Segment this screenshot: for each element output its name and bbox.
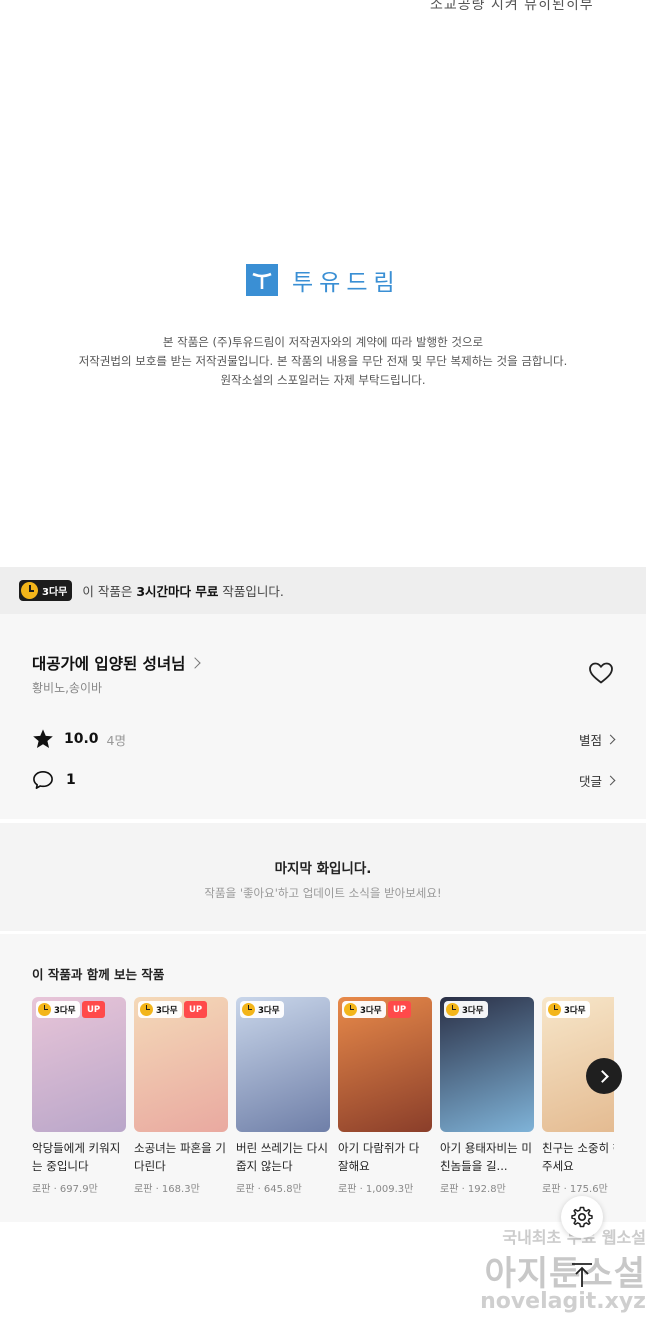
related-work-card[interactable]: 3다무친구는 소중히 해 주세요로판 · 175.6만 xyxy=(542,997,614,1195)
up-badge: UP xyxy=(184,1001,208,1018)
related-work-meta: 로판 · 192.8만 xyxy=(440,1184,506,1195)
clock-icon xyxy=(21,582,38,599)
wait-free-badge: 3다무 xyxy=(19,580,73,601)
related-work-card[interactable]: 3다무 UP 아기 다람쥐가 다 잘해요로판 · 1,009.3만 xyxy=(338,997,432,1195)
watermark-url: novelagit.xyz xyxy=(480,1289,646,1314)
comment-bubble-icon xyxy=(33,771,53,789)
related-work-title: 아기 다람쥐가 다 잘해요 xyxy=(338,1141,420,1173)
rating-row: 10.0 4명 별점 xyxy=(32,728,616,750)
free-every-3h-bar: 3다무 이 작품은 3시간마다 무료 작품입니다. xyxy=(0,567,646,614)
comment-link[interactable]: 댓글 xyxy=(578,771,616,790)
related-work-cover: 3다무 xyxy=(236,997,330,1132)
related-work-meta: 로판 · 175.6만 xyxy=(542,1184,608,1195)
wait-free-badge: 3다무 xyxy=(36,1001,80,1018)
related-work-title: 소공녀는 파혼을 기다린다 xyxy=(134,1141,226,1173)
watermark-tagline: 국내최초 무료 웹소설 xyxy=(502,1228,646,1247)
related-work-card[interactable]: 3다무 UP 소공녀는 파혼을 기다린다로판 · 168.3만 xyxy=(134,997,228,1195)
work-title: 대공가에 입양된 성녀님 xyxy=(32,655,186,673)
clock-icon xyxy=(446,1003,459,1016)
publisher-logo: 투유드림 xyxy=(246,263,401,297)
comment-row: 1 댓글 xyxy=(32,770,616,790)
free-info-text: 이 작품은 3시간마다 무료 작품입니다. xyxy=(82,581,283,600)
free-text-prefix: 이 작품은 xyxy=(82,584,137,599)
related-work-meta: 로판 · 168.3만 xyxy=(134,1184,200,1195)
wait-free-badge: 3다무 xyxy=(342,1001,386,1018)
publisher-logo-text: 투유드림 xyxy=(292,270,401,296)
wait-free-badge: 3다무 xyxy=(444,1001,488,1018)
related-work-cover: 3다무 UP xyxy=(338,997,432,1132)
rating-value: 10.0 xyxy=(64,731,99,747)
clock-icon xyxy=(344,1003,357,1016)
badge-label: 3다무 xyxy=(462,1005,484,1016)
like-heart-icon[interactable] xyxy=(588,661,614,685)
related-work-cover: 3다무 UP xyxy=(134,997,228,1132)
related-work-title: 버린 쓰레기는 다시 줍지 않는다 xyxy=(236,1141,328,1173)
comment-link-label: 댓글 xyxy=(578,773,602,789)
previous-page-text-fragment: 소교공량 시켜 뮤히된히부 xyxy=(430,0,594,13)
viewer-page: 소교공량 시켜 뮤히된히부 투유드림 본 작품은 (주)투유드림이 저작권자와의… xyxy=(0,0,646,1338)
work-authors: 황비노,송이바 xyxy=(32,681,103,695)
notice-line: 저작권법의 보호를 받는 저작권물입니다. 본 작품의 내용을 무단 전재 및 … xyxy=(78,354,568,368)
rating-count: 4명 xyxy=(106,732,126,748)
publisher-logo-icon xyxy=(246,264,278,296)
scroll-to-top-icon[interactable] xyxy=(568,1262,596,1288)
related-work-cover: 3다무 UP xyxy=(32,997,126,1132)
watermark-site-name: 아지툰소설 xyxy=(484,1254,646,1294)
badge-label: 3다무 xyxy=(258,1005,280,1016)
wait-free-badge: 3다무 xyxy=(240,1001,284,1018)
related-work-card[interactable]: 3다무 UP 악당들에게 키워지는 중입니다로판 · 697.9만 xyxy=(32,997,126,1195)
related-work-title: 악당들에게 키워지는 중입니다 xyxy=(32,1141,121,1173)
up-badge: UP xyxy=(388,1001,412,1018)
site-watermark: 국내최초 무료 웹소설 아지툰소설 novelagit.xyz xyxy=(446,1224,646,1314)
wait-free-badge: 3다무 xyxy=(546,1001,590,1018)
clock-icon xyxy=(242,1003,255,1016)
related-work-cover: 3다무 xyxy=(440,997,534,1132)
clock-icon xyxy=(140,1003,153,1016)
related-work-meta: 로판 · 1,009.3만 xyxy=(338,1184,414,1195)
related-works-carousel: 3다무 UP 악당들에게 키워지는 중입니다로판 · 697.9만 3다무 UP 소공녀는… xyxy=(32,997,614,1207)
badge-label: 3다무 xyxy=(42,587,68,598)
star-icon xyxy=(33,729,53,748)
related-work-card[interactable]: 3다무아기 용태자비는 미친놈들을 길... 로판 · 192.8만 xyxy=(440,997,534,1195)
related-work-meta: 로판 · 697.9만 xyxy=(32,1184,98,1195)
up-badge: UP xyxy=(82,1001,106,1018)
chevron-right-icon xyxy=(605,734,616,744)
related-work-title: 아기 용태자비는 미친놈들을 길... xyxy=(440,1141,532,1173)
free-text-bold: 3시간마다 무료 xyxy=(136,584,219,599)
notice-line: 본 작품은 (주)투유드림이 저작권자와의 계약에 따라 발행한 것으로 xyxy=(162,335,484,349)
chevron-right-icon xyxy=(596,1069,609,1083)
badge-label: 3다무 xyxy=(156,1005,178,1016)
related-work-card[interactable]: 3다무버린 쓰레기는 다시 줍지 않는다로판 · 645.8만 xyxy=(236,997,330,1195)
notice-line: 원작소설의 스포일러는 자제 부탁드립니다. xyxy=(220,373,426,387)
comment-count: 1 xyxy=(66,772,76,788)
badge-label: 3다무 xyxy=(54,1005,76,1016)
related-works-title: 이 작품과 함께 보는 작품 xyxy=(32,967,165,982)
wait-free-badge: 3다무 xyxy=(138,1001,182,1018)
gear-icon xyxy=(571,1206,593,1228)
last-episode-section: 마지막 화입니다. 작품을 '좋아요'하고 업데이트 소식을 받아보세요! xyxy=(0,823,646,931)
rating-link[interactable]: 별점 xyxy=(578,730,616,749)
carousel-next-button[interactable] xyxy=(586,1058,622,1094)
clock-icon xyxy=(548,1003,561,1016)
clock-icon xyxy=(38,1003,51,1016)
related-work-meta: 로판 · 645.8만 xyxy=(236,1184,302,1195)
last-episode-title: 마지막 화입니다. xyxy=(274,861,372,877)
related-works-section: 이 작품과 함께 보는 작품 3다무 UP 악당들에게 키워지는 중입니다로판 · … xyxy=(0,934,646,1222)
related-work-title: 친구는 소중히 해 주세요 xyxy=(542,1141,614,1173)
chevron-right-icon xyxy=(605,775,616,785)
work-title-link[interactable]: 대공가에 입양된 성녀님 xyxy=(32,652,202,674)
chevron-right-icon xyxy=(189,657,202,669)
settings-button[interactable] xyxy=(561,1196,603,1238)
work-info-section: 대공가에 입양된 성녀님 황비노,송이바 10.0 4명 별점 1 댓글 xyxy=(0,614,646,819)
rating-link-label: 별점 xyxy=(578,732,602,748)
copyright-notice: 본 작품은 (주)투유드림이 저작권자와의 계약에 따라 발행한 것으로 저작권… xyxy=(0,333,646,390)
free-text-suffix: 작품입니다. xyxy=(218,584,284,599)
badge-label: 3다무 xyxy=(564,1005,586,1016)
last-episode-subtitle: 작품을 '좋아요'하고 업데이트 소식을 받아보세요! xyxy=(204,886,442,900)
badge-label: 3다무 xyxy=(360,1005,382,1016)
